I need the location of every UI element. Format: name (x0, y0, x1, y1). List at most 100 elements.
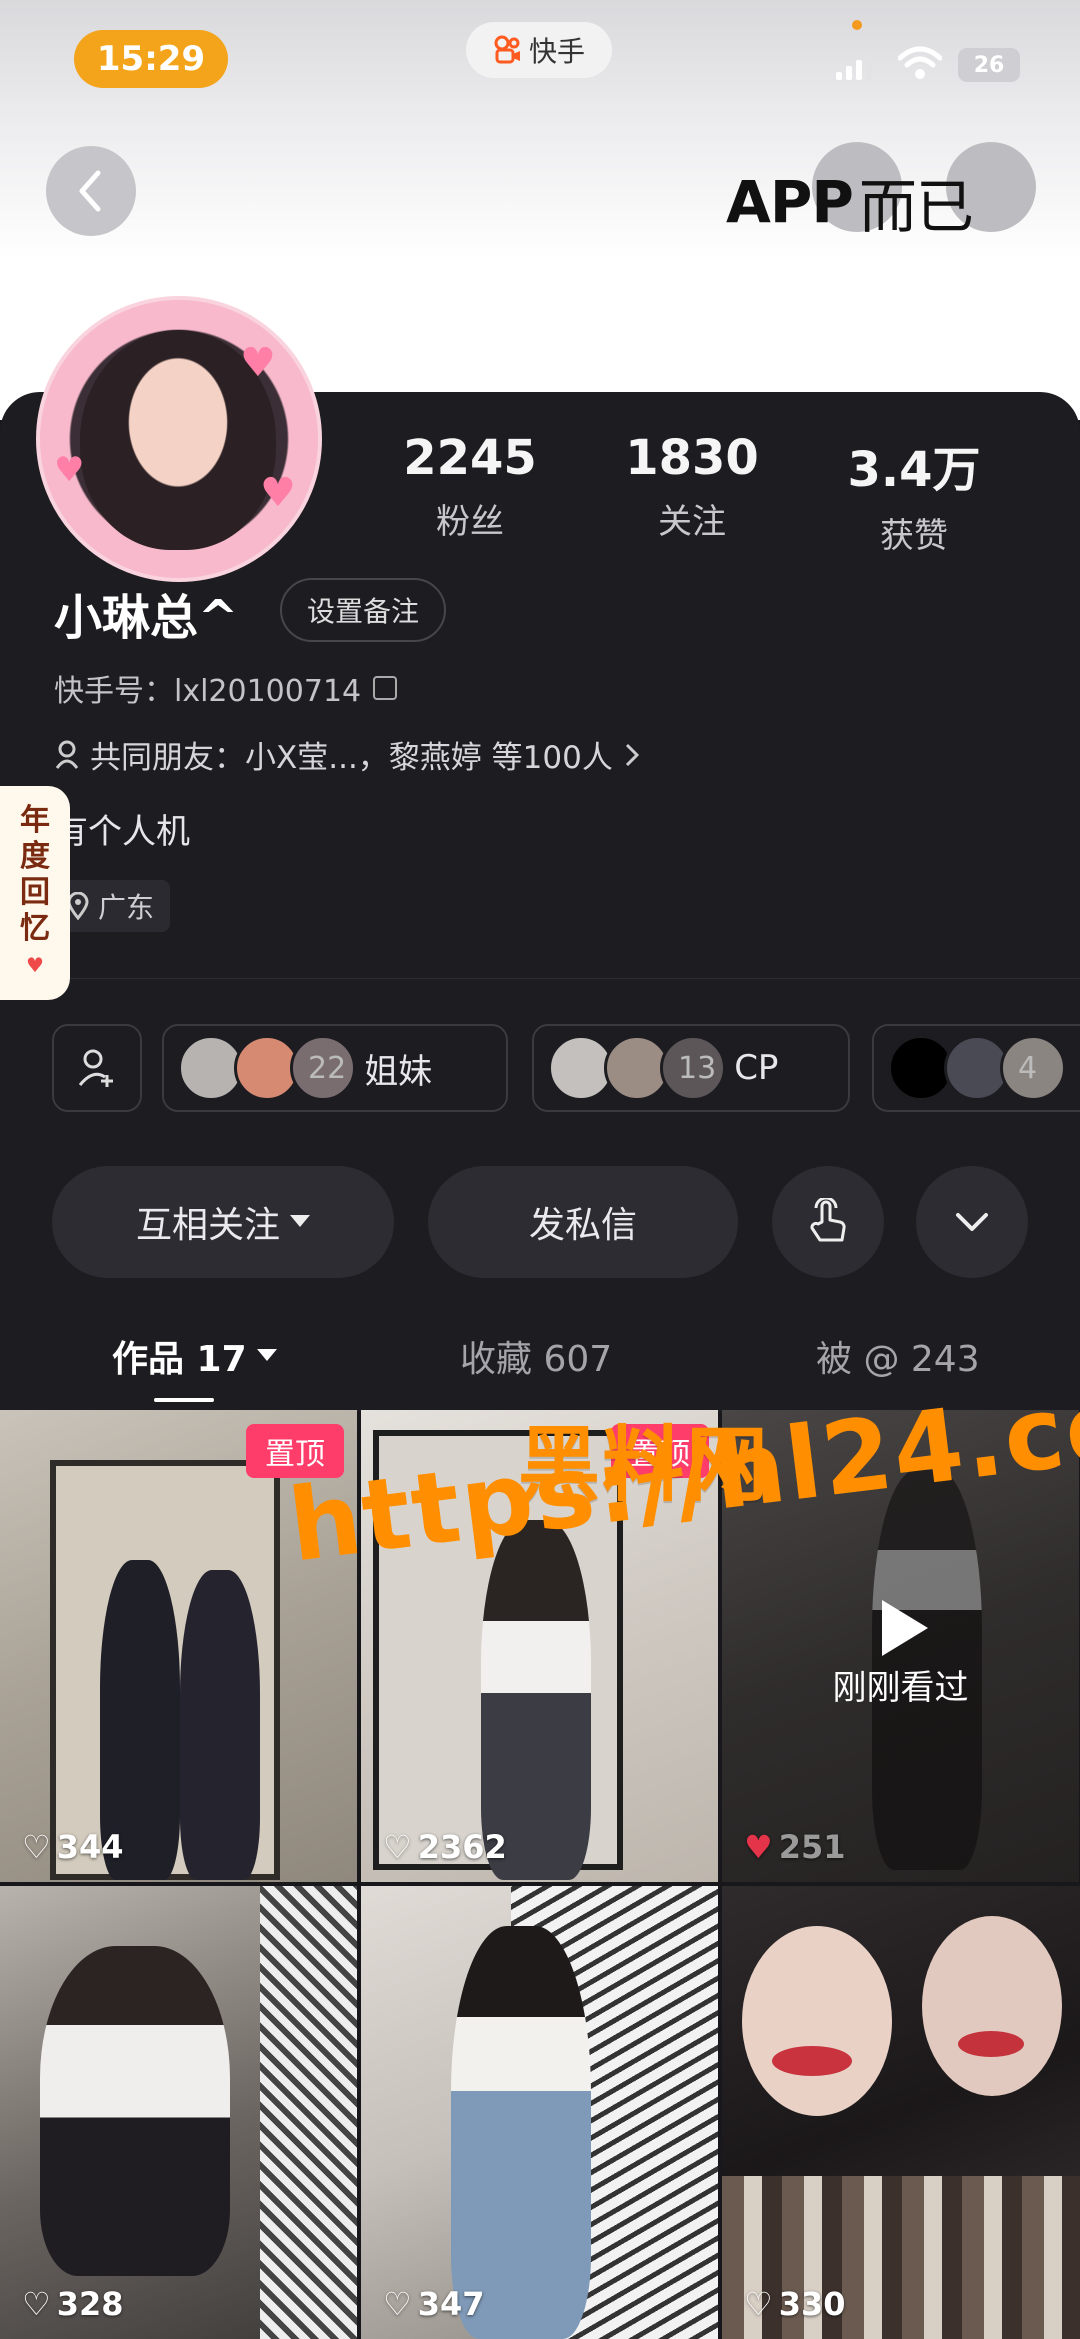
caret-down-icon (256, 1349, 277, 1361)
group-name: 姐妹 (364, 1051, 433, 1092)
heart-outline-icon: ♡ (22, 2285, 51, 2323)
mutual-friends-row[interactable]: 共同朋友：小X莹...，黎燕婷 等100人 (54, 732, 641, 777)
video-thumbnail (40, 1946, 230, 2276)
friends-icon (55, 740, 79, 769)
like-count-value: 251 (778, 1828, 846, 1866)
annual-review-char: 度 (20, 839, 50, 874)
group-count: 4 (1018, 1050, 1038, 1086)
chevron-down-icon (956, 1213, 988, 1231)
tab-works-label: 作品 17 (112, 1339, 247, 1380)
status-time: 15:29 (74, 30, 228, 88)
recently-watched-label: 刚刚看过 (832, 1668, 969, 1708)
video-tile[interactable]: ♡ 330 (722, 1886, 1080, 2339)
video-tile[interactable]: ♡ 347 (361, 1886, 718, 2339)
video-thumbnail (772, 2046, 852, 2076)
tap-finger-icon (810, 1198, 846, 1242)
stat-likes[interactable]: 3.4万 获赞 (824, 430, 1004, 557)
video-thumbnail (958, 2031, 1024, 2057)
back-button[interactable] (46, 146, 136, 236)
app-indicator-pill[interactable]: 快手 (466, 22, 612, 78)
more-options-button[interactable] (916, 1166, 1028, 1278)
watermark-logo: APP 而已 (726, 160, 974, 244)
send-message-button[interactable]: 发私信 (428, 1166, 738, 1278)
tab-indicator (154, 1398, 214, 1402)
stat-label: 获赞 (880, 516, 948, 556)
mutual-follow-button[interactable]: 互相关注 (52, 1166, 394, 1278)
location-text: 广东 (98, 891, 155, 924)
stat-value: 3.4万 (847, 442, 981, 498)
heart-outline-icon: ♡ (22, 1828, 51, 1866)
battery-indicator: 26 (958, 48, 1020, 82)
like-count: ♡ 328 (22, 2285, 123, 2323)
stat-label: 粉丝 (436, 502, 504, 542)
stat-followers[interactable]: 2245 粉丝 (380, 430, 560, 543)
video-thumbnail (481, 1520, 591, 1880)
profile-bio: 有个人机 (54, 812, 190, 852)
group-third[interactable]: 4 (872, 1024, 1080, 1112)
wifi-icon (898, 46, 942, 79)
video-thumbnail (260, 1886, 357, 2339)
heart-outline-icon: ♡ (383, 1828, 412, 1866)
mutual-follow-label: 互相关注 (135, 1205, 280, 1246)
stat-value: 2245 (403, 430, 537, 486)
like-count-value: 328 (56, 2285, 124, 2323)
group-sisters[interactable]: 22 姐妹 (162, 1024, 508, 1112)
play-icon (882, 1600, 928, 1656)
kuaishou-id-text: 快手号：lxl20100714 (54, 674, 362, 709)
avatar[interactable]: ♥ ♥ ♥ (36, 296, 322, 582)
location-tag[interactable]: 广东 (54, 880, 171, 932)
heart-outline-icon: ♡ (383, 2285, 412, 2323)
set-remark-button[interactable]: 设置备注 (280, 578, 446, 642)
tab-mentions[interactable]: 被 @ 243 (816, 1330, 980, 1382)
cell-signal-icon (836, 54, 872, 80)
like-count: ♥ 251 (744, 1828, 845, 1866)
heart-icon: ♥ (240, 340, 276, 386)
like-count: ♡ 347 (383, 2285, 484, 2323)
group-count: 22 (308, 1050, 347, 1086)
heart-icon: ♥ (260, 470, 296, 516)
group-name: CP (734, 1048, 779, 1088)
like-count-value: 344 (56, 1828, 124, 1866)
copy-icon[interactable] (373, 676, 398, 700)
tab-favorites[interactable]: 收藏 607 (460, 1330, 612, 1382)
heart-icon: ♥ (26, 953, 44, 977)
add-friend-button[interactable] (52, 1024, 142, 1112)
caret-down-icon (290, 1215, 310, 1227)
heart-filled-icon: ♥ (744, 1828, 773, 1866)
annual-review-tab[interactable]: 年 度 回 忆 ♥ (0, 786, 70, 1000)
annual-review-char: 回 (20, 875, 50, 910)
video-thumbnail (180, 1570, 260, 1880)
like-count-value: 347 (417, 2285, 485, 2323)
video-thumbnail (742, 1926, 892, 2116)
divider (54, 978, 1080, 979)
video-tile[interactable]: ♡ 328 (0, 1886, 357, 2339)
poke-button[interactable] (772, 1166, 884, 1278)
like-count-value: 330 (778, 2285, 846, 2323)
stat-value: 1830 (625, 430, 759, 486)
app-name: 快手 (528, 35, 585, 68)
heart-icon: ♥ (54, 450, 85, 490)
heart-outline-icon: ♡ (744, 2285, 773, 2323)
like-count: ♡ 330 (744, 2285, 845, 2323)
video-thumbnail (451, 1926, 591, 2339)
privacy-indicator-dot (852, 20, 862, 30)
watermark-logo-en: APP (726, 168, 854, 236)
profile-name: 小琳总^ (54, 590, 239, 646)
annual-review-char: 忆 (20, 911, 50, 946)
chevron-left-icon (79, 170, 101, 212)
add-user-icon (78, 1049, 113, 1087)
kuaishou-logo-icon (494, 35, 520, 64)
like-count: ♡ 344 (22, 1828, 123, 1866)
video-thumbnail (922, 1916, 1062, 2096)
mutual-friends-text: 共同朋友：小X莹...，黎燕婷 等100人 (90, 740, 613, 776)
stat-following[interactable]: 1830 关注 (602, 430, 782, 543)
tab-works[interactable]: 作品 17 (112, 1330, 277, 1382)
send-message-label: 发私信 (528, 1205, 637, 1246)
group-cp[interactable]: 13 CP (532, 1024, 850, 1112)
chevron-right-icon (625, 743, 639, 766)
stat-label: 关注 (658, 502, 726, 542)
group-count: 13 (678, 1050, 717, 1086)
annual-review-char: 年 (20, 803, 50, 838)
like-count-value: 2362 (417, 1828, 507, 1866)
like-count: ♡ 2362 (383, 1828, 507, 1866)
